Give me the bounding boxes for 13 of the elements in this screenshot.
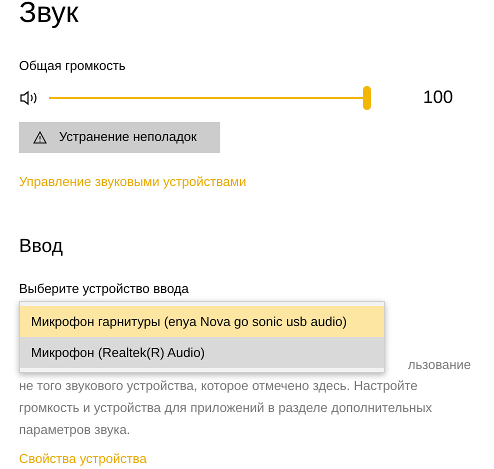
slider-thumb[interactable] <box>363 86 371 110</box>
volume-value: 100 <box>423 86 454 109</box>
warning-icon <box>33 130 47 144</box>
volume-label: Общая громкость <box>19 57 126 75</box>
note-text: льзование <box>408 356 471 374</box>
note-text: не того звукового устройства, которое отмечено здесь. Настройте громкость и устройства для приложений в разделе дополнительных параметров звука. <box>19 377 434 439</box>
troubleshoot-button[interactable]: Устранение неполадок <box>19 122 220 152</box>
input-device-label: Выберите устройство ввода <box>19 280 189 298</box>
dropdown-option[interactable]: Микрофон гарнитуры (enya Nova go sonic usb audio) <box>20 306 384 337</box>
page-title: Звук <box>19 0 78 30</box>
section-heading: Ввод <box>19 235 63 259</box>
volume-slider[interactable] <box>49 86 371 110</box>
dropdown-option[interactable]: Микрофон (Realtek(R) Audio) <box>20 337 384 368</box>
